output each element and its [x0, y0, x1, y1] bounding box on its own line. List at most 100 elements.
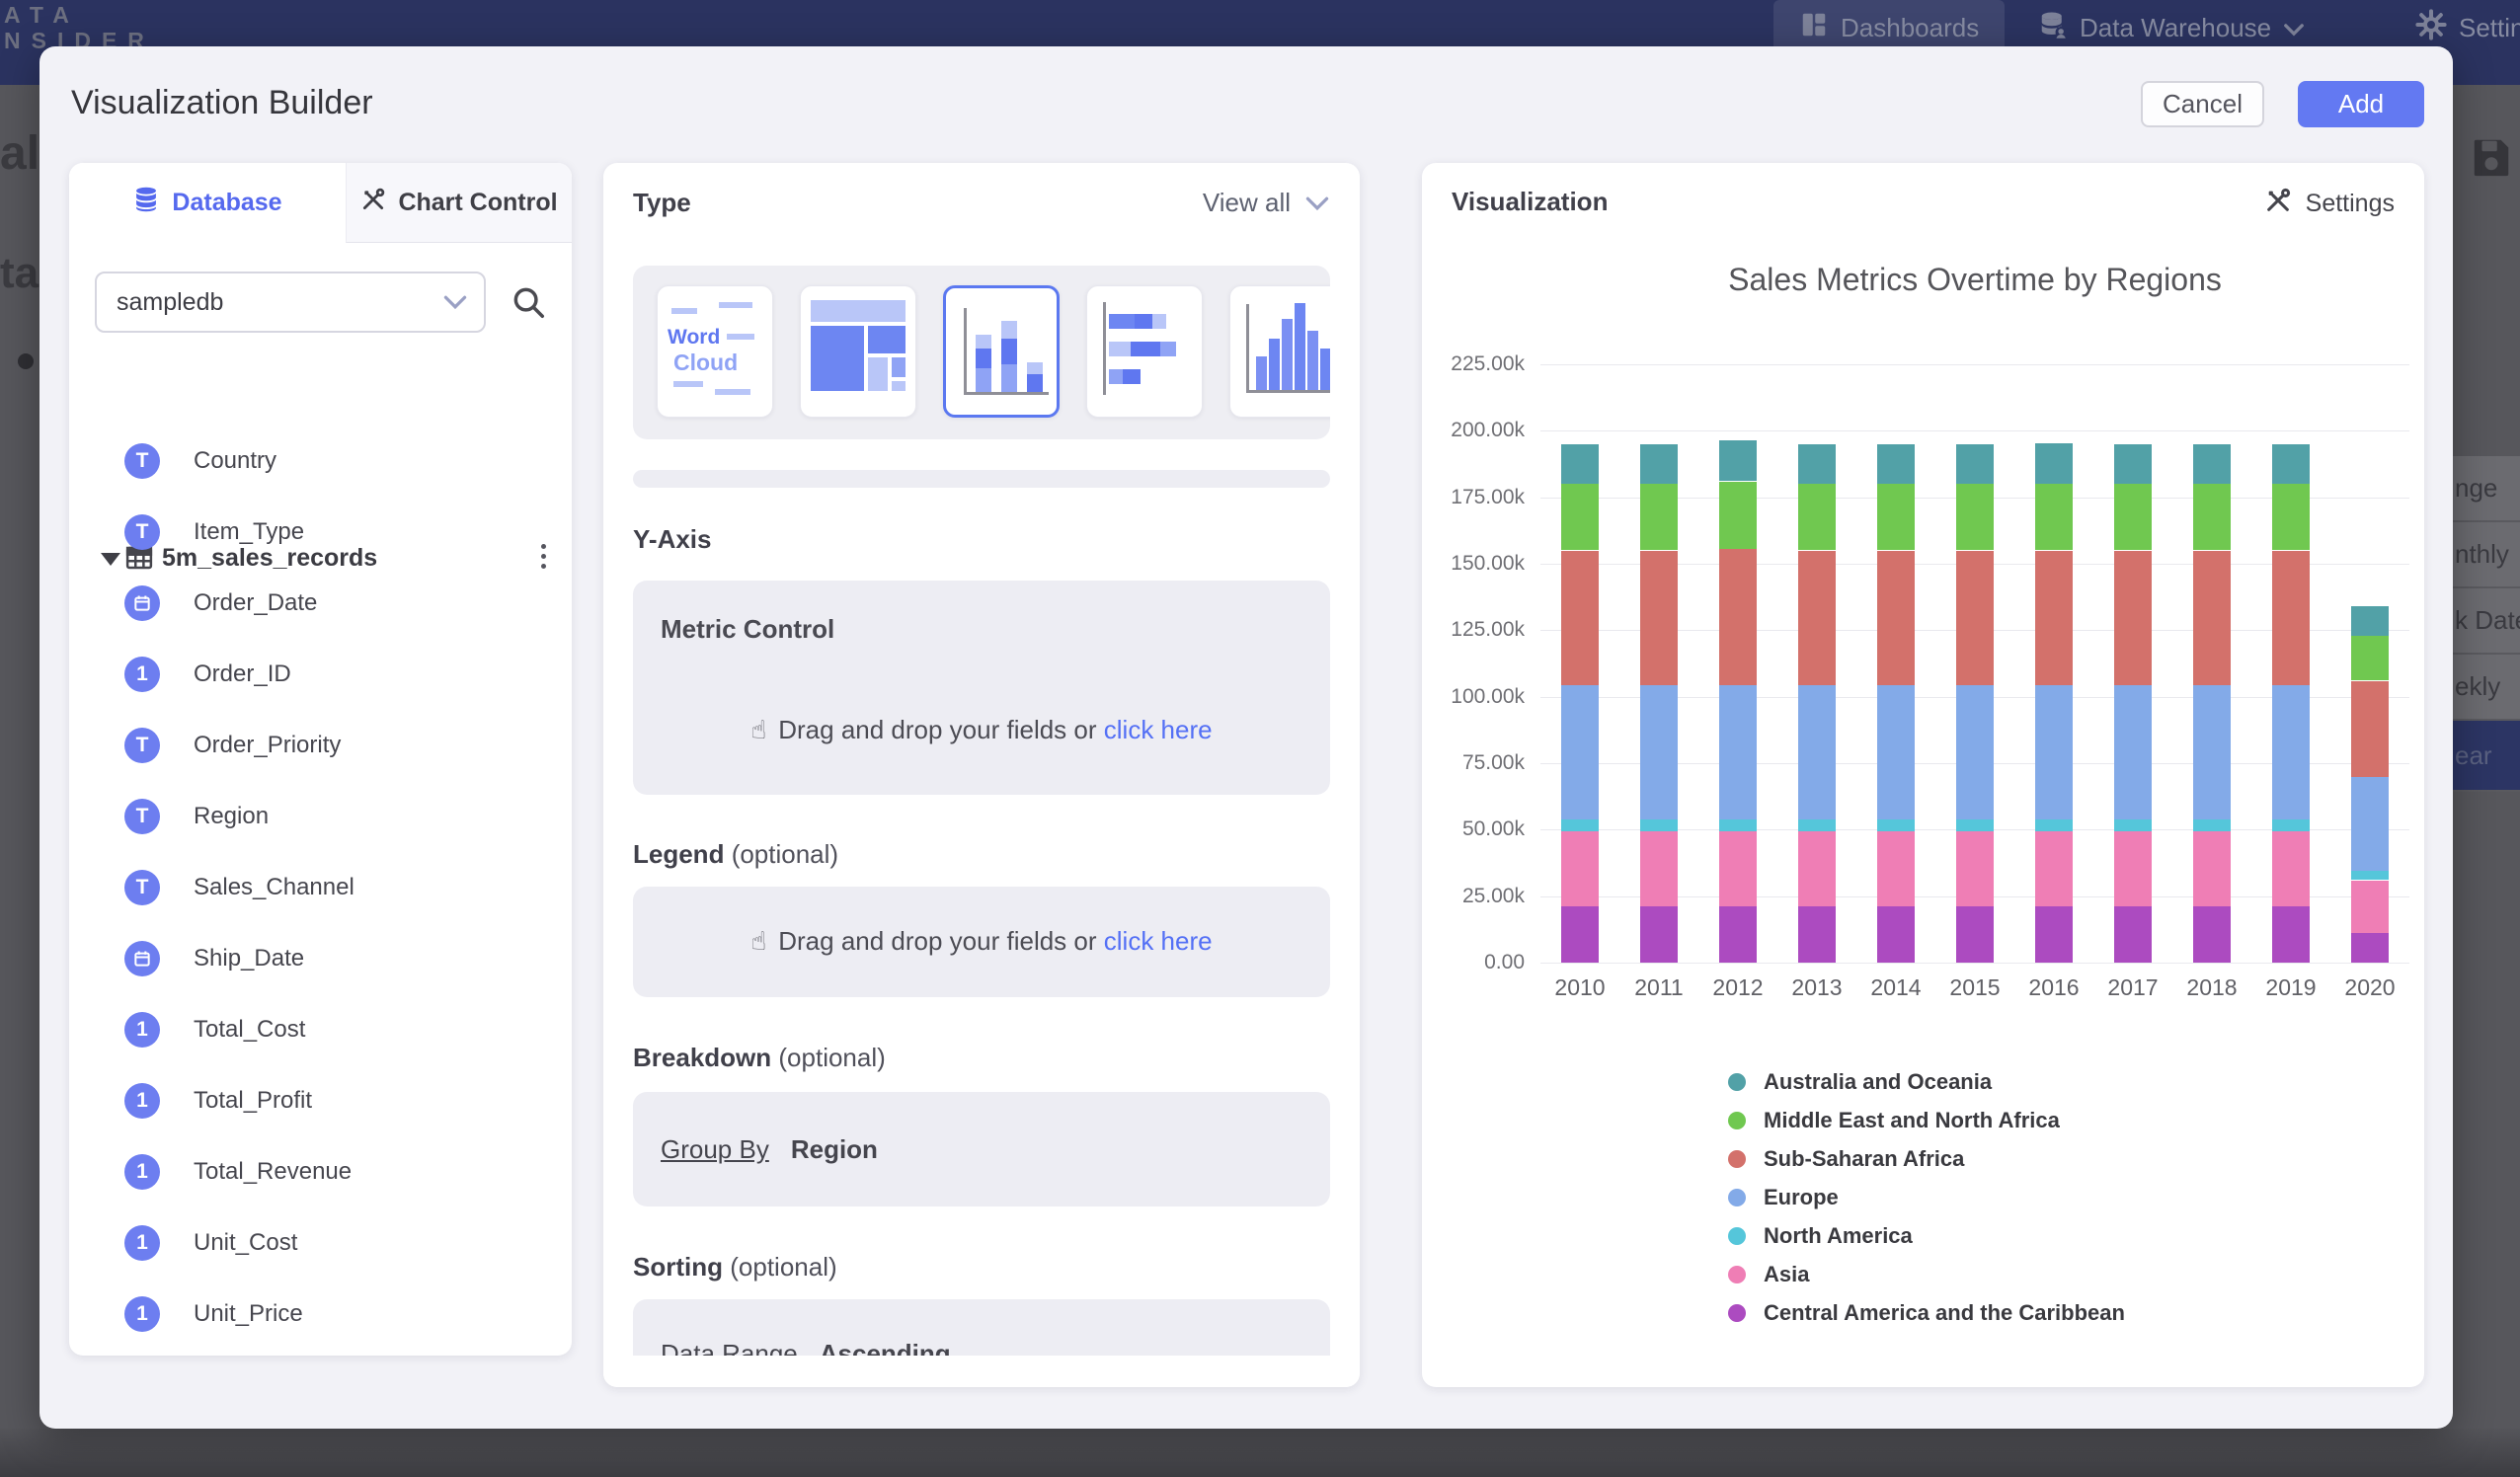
tab-chart-control[interactable]: Chart Control	[346, 163, 572, 243]
bg-dropdown-menu: ngenthlyk Dateeklyear	[2453, 456, 2520, 792]
metric-click-here-link[interactable]: click here	[1104, 715, 1213, 744]
chevron-down-icon	[442, 294, 468, 310]
bar-segment	[2114, 819, 2152, 831]
save-icon	[2469, 134, 2514, 185]
chart-type-treemap[interactable]	[800, 285, 916, 418]
field-item[interactable]: TOrder_Priority	[69, 726, 572, 765]
field-item[interactable]: 1Total_Profit	[69, 1081, 572, 1121]
legend-item[interactable]: Central America and the Caribbean	[1728, 1302, 2125, 1324]
text-field-icon: T	[124, 443, 160, 479]
legend-item[interactable]: Asia	[1728, 1264, 2125, 1285]
field-item[interactable]: Order_Date	[69, 583, 572, 623]
group-by-link[interactable]: Group By	[661, 1134, 769, 1165]
field-item[interactable]: TItem_Type	[69, 512, 572, 552]
view-all-button[interactable]: View all	[1203, 188, 1330, 218]
y-tick-label: 175.00k	[1422, 486, 1525, 509]
bar-segment	[1877, 831, 1915, 907]
bar-segment	[2114, 685, 2152, 819]
bar-segment	[1719, 482, 1757, 550]
number-field-icon: 1	[124, 1296, 160, 1332]
chart-type-histogram[interactable]	[1229, 285, 1330, 418]
stacked-column-icon-shape	[1027, 362, 1043, 374]
cancel-button[interactable]: Cancel	[2141, 81, 2264, 127]
stacked-bar-icon-shape	[1109, 369, 1123, 384]
chart-canvas: 225.00k200.00k175.00k150.00k125.00k100.0…	[1422, 163, 2424, 1387]
bar-segment	[1798, 906, 1836, 963]
search-icon[interactable]	[510, 283, 547, 326]
field-item[interactable]: 1Unit_Price	[69, 1294, 572, 1334]
treemap-icon-shape	[868, 326, 906, 353]
nav-settings-label: Settings	[2459, 13, 2520, 43]
legend-item[interactable]: Australia and Oceania	[1728, 1071, 2125, 1093]
stacked-column-icon-shape	[1001, 364, 1017, 392]
database-select[interactable]: sampledb	[95, 272, 486, 333]
legend-dot	[1728, 1150, 1746, 1168]
x-tick-label: 2019	[2251, 974, 2330, 1001]
bar-segment	[1640, 444, 1678, 484]
field-item[interactable]: T Sales_Channel	[69, 868, 572, 907]
legend-item[interactable]: North America	[1728, 1225, 2125, 1247]
histogram-icon-shape	[1307, 331, 1318, 390]
chart-type-stacked-column[interactable]	[943, 285, 1060, 418]
chart-type-word-cloud[interactable]: WordCloud	[657, 285, 773, 418]
treemap-icon-shape	[811, 300, 906, 322]
bar-segment	[2193, 831, 2231, 907]
bar-segment	[2351, 636, 2389, 681]
field-item[interactable]: TCountry	[69, 441, 572, 481]
bar-segment	[1956, 831, 1994, 907]
stacked-column-icon-shape	[1001, 321, 1017, 339]
field-item[interactable]: Ship_Date	[69, 939, 572, 978]
expander-triangle-icon[interactable]	[101, 553, 120, 566]
field-item[interactable]: 1Order_ID	[69, 655, 572, 694]
treemap-icon-shape	[868, 357, 888, 391]
legend-dot	[1728, 1112, 1746, 1129]
bar-segment	[1719, 906, 1757, 963]
legend-dropzone[interactable]: ☝Drag and drop your fields or click here	[633, 887, 1330, 997]
bar-segment	[2114, 551, 2152, 685]
bar-segment	[1561, 906, 1599, 963]
legend-item[interactable]: Sub-Saharan Africa	[1728, 1148, 2125, 1170]
field-item[interactable]: 1Total_Cost	[69, 1010, 572, 1049]
add-button[interactable]: Add	[2298, 81, 2424, 127]
number-field-icon: 1	[124, 657, 160, 692]
bg-menu-item: nge	[2453, 456, 2520, 522]
y-tick-label: 225.00k	[1422, 352, 1525, 376]
breakdown-heading: Breakdown (optional)	[633, 1043, 886, 1073]
y-tick-label: 75.00k	[1422, 751, 1525, 775]
stacked-bar-icon-shape	[1123, 369, 1141, 384]
y-axis-heading: Y-Axis	[633, 524, 712, 555]
field-item[interactable]: TRegion	[69, 797, 572, 836]
chart-type-stacked-bar[interactable]	[1086, 285, 1203, 418]
metric-control-dropzone[interactable]: Metric Control ☝Drag and drop your field…	[633, 581, 1330, 795]
bar-segment	[1798, 819, 1836, 831]
legend-item[interactable]: Middle East and North Africa	[1728, 1110, 2125, 1131]
screen: ATA NSIDER Dashboards Data Warehouse Set…	[0, 0, 2520, 1477]
stacked-bar-icon-shape	[1131, 342, 1160, 356]
tab-database[interactable]: Database	[69, 163, 346, 243]
chevron-down-icon	[2283, 13, 2305, 43]
field-name: Sales_Channel	[194, 868, 354, 907]
breakdown-box[interactable]: Group By Region	[633, 1092, 1330, 1206]
text-field-icon: T	[124, 870, 160, 905]
breakdown-optional-label: (optional)	[778, 1043, 885, 1072]
bar-segment	[2272, 685, 2310, 819]
histogram-icon-shape	[1269, 339, 1280, 390]
x-tick-label: 2010	[1540, 974, 1619, 1001]
word-cloud-icon-shape	[673, 381, 703, 387]
field-item[interactable]: 1Unit_Cost	[69, 1223, 572, 1263]
legend-click-here-link[interactable]: click here	[1104, 926, 1213, 956]
legend-label: Europe	[1764, 1185, 1839, 1210]
field-item[interactable]: 1Total_Revenue	[69, 1152, 572, 1192]
bar-segment	[1561, 685, 1599, 819]
bar-segment	[2351, 881, 2389, 934]
bar-segment	[2272, 484, 2310, 550]
carousel-scrollbar[interactable]	[633, 470, 1330, 488]
nav-data-warehouse-label: Data Warehouse	[2080, 13, 2271, 43]
bar-segment	[2351, 777, 2389, 872]
stacked-column-icon-shape	[1001, 339, 1017, 364]
bar-segment	[1561, 831, 1599, 907]
legend-dot	[1728, 1073, 1746, 1091]
type-heading: Type	[633, 188, 691, 218]
legend-item[interactable]: Europe	[1728, 1187, 2125, 1208]
bar-segment	[1877, 484, 1915, 550]
